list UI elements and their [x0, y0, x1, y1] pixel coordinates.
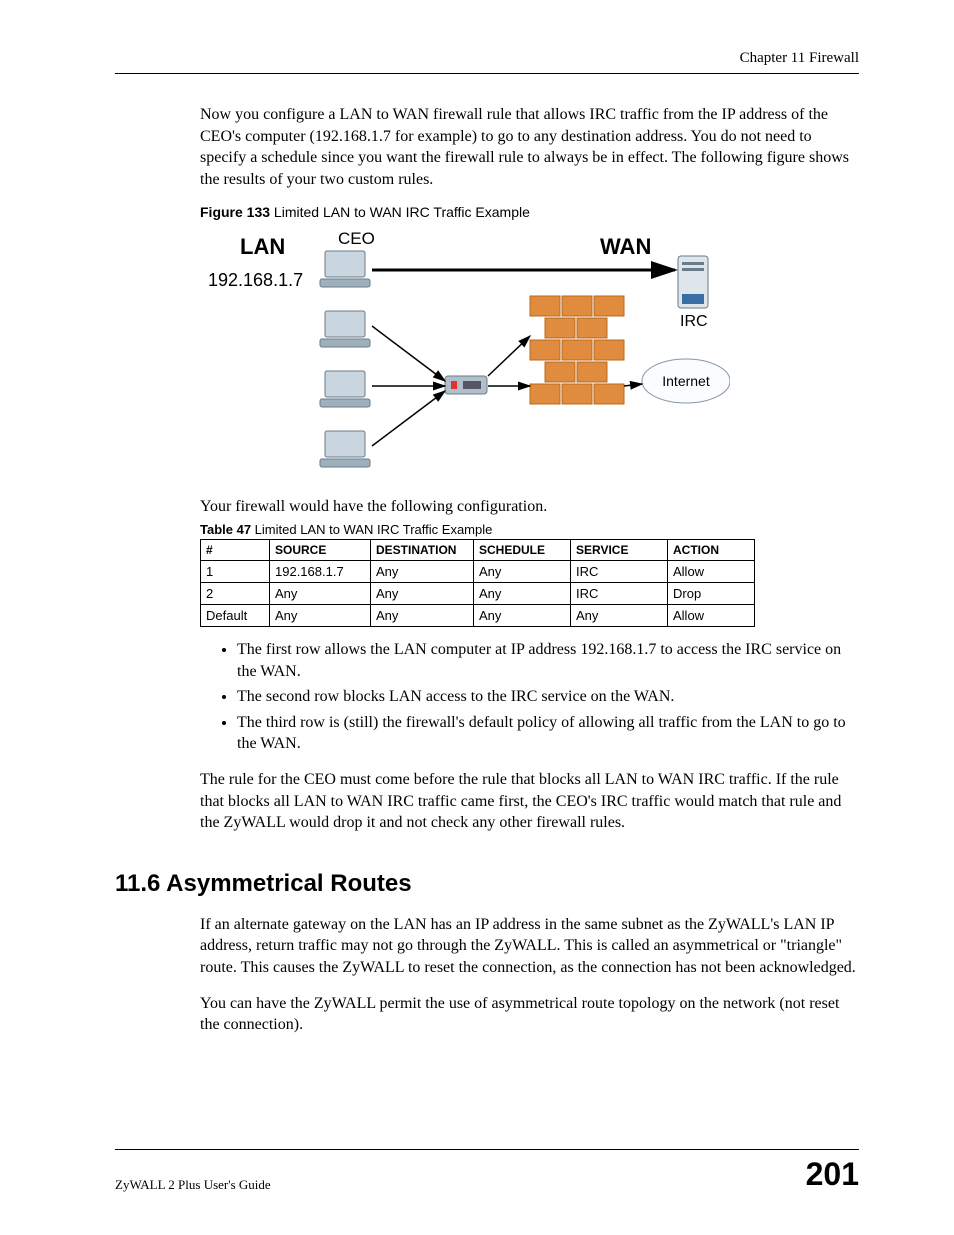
- paragraph-asym-1: If an alternate gateway on the LAN has a…: [200, 914, 859, 979]
- lan-label: LAN: [240, 234, 285, 259]
- page-number: 201: [806, 1156, 859, 1193]
- paragraph-rule-order: The rule for the CEO must come before th…: [200, 769, 859, 834]
- figure-label: Figure 133: [200, 204, 270, 220]
- table-row: 2 Any Any Any IRC Drop: [201, 582, 755, 604]
- internet-cloud-icon: Internet: [642, 359, 730, 403]
- bullet-list: The first row allows the LAN computer at…: [115, 639, 859, 755]
- th-source: SOURCE: [270, 539, 371, 560]
- firewall-table: # SOURCE DESTINATION SCHEDULE SERVICE AC…: [200, 539, 755, 627]
- list-item: The second row blocks LAN access to the …: [237, 686, 859, 708]
- lan-computer-icon: [320, 431, 370, 467]
- paragraph-config: Your firewall would have the following c…: [200, 496, 859, 518]
- wan-label: WAN: [600, 234, 651, 259]
- table-label: Table 47: [200, 522, 251, 537]
- internet-label: Internet: [662, 373, 710, 389]
- table-title: Limited LAN to WAN IRC Traffic Example: [251, 522, 492, 537]
- footer-guide-title: ZyWALL 2 Plus User's Guide: [115, 1177, 271, 1193]
- ceo-computer-icon: [320, 251, 370, 287]
- ceo-label: CEO: [338, 229, 375, 248]
- header-rule: [115, 73, 859, 74]
- router-icon: [445, 376, 487, 394]
- figure-diagram: LAN 192.168.1.7 CEO WAN: [200, 226, 859, 486]
- firewall-icon: [530, 296, 628, 416]
- table-row: 1 192.168.1.7 Any Any IRC Allow: [201, 560, 755, 582]
- lan-computer-icon: [320, 371, 370, 407]
- table-caption: Table 47 Limited LAN to WAN IRC Traffic …: [200, 522, 859, 537]
- list-item: The first row allows the LAN computer at…: [237, 639, 859, 682]
- section-heading: 11.6 Asymmetrical Routes: [115, 870, 859, 898]
- footer-rule: [115, 1149, 859, 1150]
- paragraph-asym-2: You can have the ZyWALL permit the use o…: [200, 993, 859, 1036]
- list-item: The third row is (still) the firewall's …: [237, 712, 859, 755]
- th-schedule: SCHEDULE: [474, 539, 571, 560]
- table-row: Default Any Any Any Any Allow: [201, 604, 755, 626]
- th-num: #: [201, 539, 270, 560]
- irc-label: IRC: [680, 313, 708, 330]
- irc-server-icon: [678, 256, 708, 308]
- chapter-header: Chapter 11 Firewall: [115, 50, 859, 67]
- figure-caption: Figure 133 Limited LAN to WAN IRC Traffi…: [200, 204, 859, 220]
- page-footer: ZyWALL 2 Plus User's Guide 201: [115, 1149, 859, 1193]
- th-service: SERVICE: [571, 539, 668, 560]
- figure-title: Limited LAN to WAN IRC Traffic Example: [270, 204, 530, 220]
- th-action: ACTION: [668, 539, 755, 560]
- lan-computer-icon: [320, 311, 370, 347]
- paragraph-intro: Now you configure a LAN to WAN firewall …: [200, 104, 859, 190]
- lan-ip: 192.168.1.7: [208, 270, 303, 290]
- th-dest: DESTINATION: [371, 539, 474, 560]
- network-diagram-svg: LAN 192.168.1.7 CEO WAN: [200, 226, 730, 486]
